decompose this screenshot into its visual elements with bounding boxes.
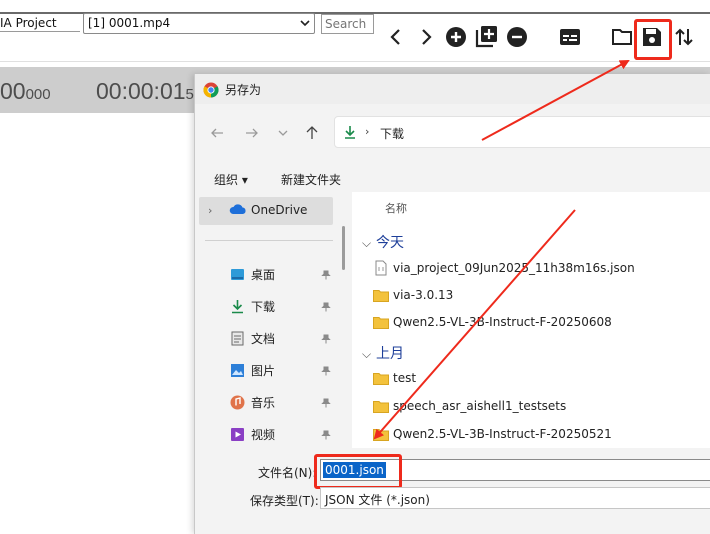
group-header-last-month[interactable]: 上月	[376, 343, 404, 363]
folder-open-icon	[612, 29, 632, 45]
new-folder-button[interactable]: 新建文件夹	[281, 171, 341, 188]
search-input[interactable]	[321, 14, 374, 34]
list-item[interactable]: test	[371, 368, 710, 390]
list-item[interactable]: speech_asr_aishell1_testsets	[371, 396, 710, 418]
download-icon	[232, 300, 243, 314]
column-header-name[interactable]: 名称	[385, 200, 407, 216]
open-project-button[interactable]	[610, 25, 634, 49]
prev-button[interactable]	[384, 25, 408, 49]
file-name: Qwen2.5-VL-3B-Instruct-F-20250521	[393, 427, 612, 441]
chrome-icon	[203, 82, 219, 98]
filename-label: 文件名(N):	[258, 466, 317, 480]
save-as-dialog: 另存为 › 下载 组织 ▾ 新建文件夹 › OneDrive 桌面 下载 文档 …	[194, 74, 710, 534]
picture-icon	[231, 364, 244, 377]
file-select-value: [1] 0001.mp4	[88, 16, 171, 30]
sidebar-item-videos[interactable]: 视频	[251, 426, 275, 443]
chevron-down-icon	[300, 20, 310, 27]
sidebar-item-downloads[interactable]: 下载	[251, 298, 275, 315]
dialog-title: 另存为	[225, 83, 262, 97]
list-item[interactable]: Qwen2.5-VL-3B-Instruct-F-20250608	[371, 312, 710, 334]
folder-icon	[373, 429, 389, 441]
save-highlight-box	[634, 19, 672, 60]
time-left-readout: 00000	[0, 78, 51, 105]
add-multiple-icon	[475, 26, 497, 48]
pin-icon[interactable]	[321, 398, 331, 408]
file-name: speech_asr_aishell1_testsets	[393, 399, 567, 413]
project-name-input[interactable]	[0, 14, 80, 32]
time-mid-main: 00:00:01	[96, 78, 186, 104]
subtitles-icon	[560, 29, 580, 45]
filename-highlight-box	[314, 454, 402, 489]
filetype-value: JSON 文件 (*.json)	[325, 493, 430, 507]
cloud-icon	[229, 204, 246, 214]
forward-arrow-icon[interactable]	[245, 126, 259, 140]
filetype-label: 保存类型(T):	[250, 494, 319, 508]
up-arrow-icon[interactable]	[305, 125, 319, 140]
dialog-titlebar	[195, 74, 710, 104]
group-collapse-icon[interactable]: ⌵	[362, 347, 371, 362]
music-icon	[230, 395, 245, 410]
address-separator: ›	[365, 125, 370, 138]
video-icon	[231, 428, 244, 441]
add-circle-icon	[446, 27, 466, 47]
file-name: via_project_09Jun2025_11h38m16s.json	[393, 261, 635, 275]
list-item[interactable]: via_project_09Jun2025_11h38m16s.json	[371, 258, 710, 280]
file-name: Qwen2.5-VL-3B-Instruct-F-20250608	[393, 315, 612, 329]
folder-icon	[373, 317, 389, 329]
folder-icon	[373, 290, 389, 302]
nav-scrollbar[interactable]	[342, 226, 345, 270]
sidebar-item-documents[interactable]: 文档	[251, 330, 275, 347]
nav-divider	[205, 240, 333, 241]
list-item[interactable]: via-3.0.13	[371, 285, 710, 307]
remove-circle-icon	[507, 27, 527, 47]
list-item[interactable]: Qwen2.5-VL-3B-Instruct-F-20250521	[371, 424, 710, 446]
chevron-left-icon	[390, 29, 400, 45]
pin-icon[interactable]	[321, 366, 331, 376]
time-left-main: 00	[0, 78, 26, 104]
pin-icon[interactable]	[321, 430, 331, 440]
group-collapse-icon[interactable]: ⌵	[362, 236, 371, 251]
time-mid-small: 5	[185, 86, 194, 103]
command-bar	[195, 162, 710, 192]
organize-button[interactable]: 组织 ▾	[214, 171, 248, 188]
file-select[interactable]: [1] 0001.mp4	[83, 13, 315, 34]
sidebar-item-pictures[interactable]: 图片	[251, 362, 275, 379]
back-arrow-icon[interactable]	[210, 126, 224, 140]
pin-icon[interactable]	[321, 270, 331, 280]
sidebar-item-desktop[interactable]: 桌面	[251, 266, 275, 283]
file-name: test	[393, 371, 417, 385]
chevron-right-icon	[422, 29, 432, 45]
address-label: 下载	[380, 127, 405, 141]
subtitles-button[interactable]	[558, 25, 582, 49]
sidebar-item-music[interactable]: 音乐	[251, 394, 275, 411]
remove-file-button[interactable]	[505, 25, 529, 49]
recent-chevron-icon[interactable]	[277, 128, 289, 138]
document-icon	[231, 331, 244, 346]
desktop-icon	[231, 269, 244, 280]
expand-chevron-icon[interactable]: ›	[208, 204, 212, 217]
time-mid-readout: 00:00:015	[96, 78, 194, 105]
add-file-button[interactable]	[444, 25, 468, 49]
add-multiple-button[interactable]	[475, 24, 499, 48]
file-icon	[375, 260, 387, 276]
pin-icon[interactable]	[321, 334, 331, 344]
group-header-today[interactable]: 今天	[376, 232, 404, 252]
folder-icon	[373, 401, 389, 413]
pin-icon[interactable]	[321, 302, 331, 312]
sort-button[interactable]	[672, 25, 696, 49]
sort-icon	[675, 28, 693, 46]
time-left-small: 000	[25, 86, 51, 103]
download-icon	[345, 126, 355, 139]
file-name: via-3.0.13	[393, 288, 454, 302]
folder-icon	[373, 373, 389, 385]
next-button[interactable]	[414, 25, 438, 49]
sidebar-item-label: OneDrive	[251, 203, 308, 217]
